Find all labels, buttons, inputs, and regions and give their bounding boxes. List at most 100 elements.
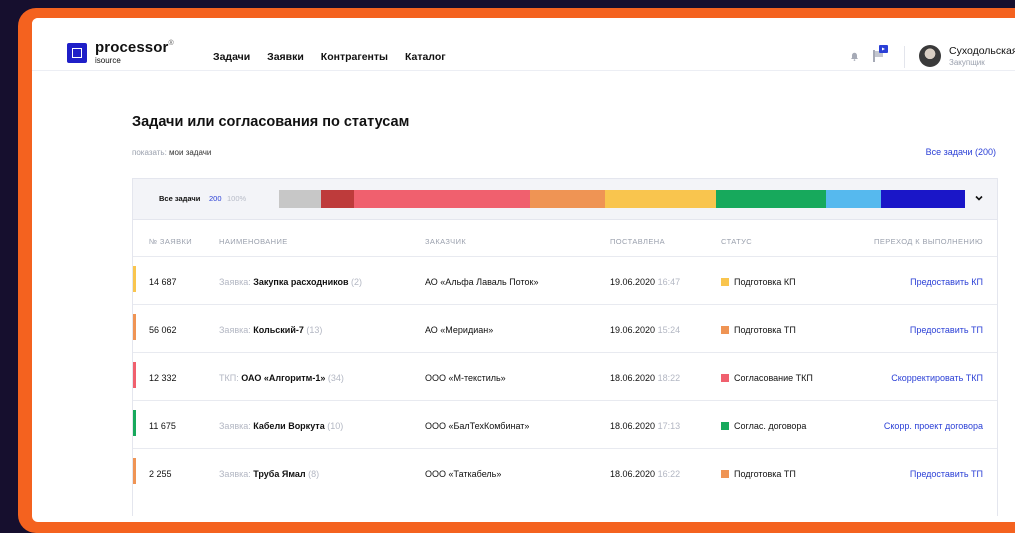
row-count: (13) <box>306 325 323 335</box>
table-row[interactable]: 11 675 Заявка: Кабели Воркута (10) ООО «Ба… <box>133 400 997 449</box>
row-action-link[interactable]: Предоставить КП <box>910 277 983 287</box>
nav-item-requests[interactable]: Заявки <box>267 51 304 63</box>
nav-item-catalog[interactable]: Каталог <box>405 51 446 63</box>
status-segment[interactable] <box>353 190 531 208</box>
row-customer: ООО «Таткабель» <box>425 469 502 479</box>
row-status: Соглас. договора <box>721 421 806 431</box>
show-filter-label: показать: <box>132 148 167 157</box>
row-action-link[interactable]: Предоставить ТП <box>910 325 983 335</box>
status-all-percent: 100% <box>227 194 247 203</box>
row-title[interactable]: Заявка: Кабели Воркута (10) <box>219 421 343 431</box>
row-status-label: Подготовка ТП <box>734 325 796 335</box>
table-row[interactable]: 56 062 Заявка: Кольский-7 (13) АО «Меридиа… <box>133 304 997 353</box>
brand-sup: ® <box>168 40 174 47</box>
row-time: 16:47 <box>657 277 681 287</box>
row-date: 19.06.2020 <box>610 277 656 287</box>
row-prefix: Заявка: <box>219 469 251 479</box>
col-header-action: ПЕРЕХОД К ВЫПОЛНЕНИЮ <box>874 237 983 246</box>
orange-frame: processor® isource Задачи Заявки Контраг… <box>18 8 1015 533</box>
brand-sub: isource <box>95 56 121 65</box>
status-all-count: 200 <box>209 194 222 203</box>
user-name[interactable]: Суходольская <box>949 45 1015 57</box>
row-count: (10) <box>327 421 344 431</box>
row-date: 18.06.2020 <box>610 373 656 383</box>
row-prefix: Заявка: <box>219 277 251 287</box>
table-row[interactable]: 2 255 Заявка: Труба Ямал (8) ООО «Таткабел… <box>133 448 997 497</box>
nav-item-tasks[interactable]: Задачи <box>213 51 250 63</box>
status-segment[interactable] <box>881 190 965 208</box>
col-header-date: ПОСТАВЛЕНА <box>610 237 665 246</box>
row-action-link[interactable]: Предоставить ТП <box>910 469 983 479</box>
status-segment[interactable] <box>605 190 716 208</box>
row-accent <box>133 266 136 292</box>
status-square-icon <box>721 278 729 286</box>
row-number: 14 687 <box>149 277 177 287</box>
status-all-label[interactable]: Все задачи <box>159 194 200 203</box>
row-customer: АО «Альфа Лаваль Поток» <box>425 277 539 287</box>
status-segment[interactable] <box>279 190 321 208</box>
page-title: Задачи или согласования по статусам <box>132 114 410 130</box>
row-status: Согласование ТКП <box>721 373 813 383</box>
row-name[interactable]: ОАО «Алгоритм-1» <box>241 373 325 383</box>
row-action-link[interactable]: Скорр. проект договора <box>884 421 983 431</box>
status-square-icon <box>721 374 729 382</box>
status-square-icon <box>721 470 729 478</box>
top-bar: processor® isource Задачи Заявки Контраг… <box>32 18 1015 71</box>
row-name[interactable]: Кабели Воркута <box>253 421 324 431</box>
status-segment[interactable] <box>715 190 827 208</box>
message-flag-icon[interactable] <box>872 45 888 63</box>
col-header-name: НАИМЕНОВАНИЕ <box>219 237 288 246</box>
brand[interactable]: processor® isource <box>95 40 174 65</box>
row-customer: АО «Меридиан» <box>425 325 494 335</box>
status-segment[interactable] <box>530 190 606 208</box>
status-square-icon <box>721 422 729 430</box>
row-time: 18:22 <box>657 373 681 383</box>
divider <box>904 46 905 68</box>
chevron-down-icon[interactable] <box>973 192 985 204</box>
show-filter-value[interactable]: мои задачи <box>169 148 211 157</box>
row-date-cell: 18.06.2020 18:22 <box>610 373 680 383</box>
row-status: Подготовка КП <box>721 277 796 287</box>
row-accent <box>133 458 136 484</box>
row-title[interactable]: Заявка: Труба Ямал (8) <box>219 469 319 479</box>
table-row[interactable]: 12 332 ТКП: ОАО «Алгоритм-1» (34) ООО «М-т… <box>133 352 997 401</box>
bell-icon[interactable] <box>850 52 859 61</box>
user-role: Закупщик <box>949 58 985 67</box>
status-square-icon <box>721 326 729 334</box>
row-title[interactable]: ТКП: ОАО «Алгоритм-1» (34) <box>219 373 344 383</box>
row-prefix: Заявка: <box>219 325 251 335</box>
logo-icon[interactable] <box>67 43 87 63</box>
row-name[interactable]: Труба Ямал <box>253 469 305 479</box>
nav-item-contractors[interactable]: Контрагенты <box>321 51 388 63</box>
avatar[interactable] <box>919 45 941 67</box>
col-header-number: № ЗАЯВКИ <box>149 237 193 246</box>
status-segment[interactable] <box>320 190 354 208</box>
main-nav: Задачи Заявки Контрагенты Каталог <box>213 51 460 63</box>
row-status-label: Соглас. договора <box>734 421 807 431</box>
row-title[interactable]: Заявка: Кольский-7 (13) <box>219 325 322 335</box>
row-date-cell: 18.06.2020 17:13 <box>610 421 680 431</box>
row-number: 12 332 <box>149 373 177 383</box>
col-header-customer: ЗАКАЗЧИК <box>425 237 467 246</box>
row-number: 11 675 <box>149 421 176 431</box>
row-title[interactable]: Заявка: Закупка расходников (2) <box>219 277 362 287</box>
row-status-label: Согласование ТКП <box>734 373 813 383</box>
status-segment[interactable] <box>826 190 882 208</box>
row-name[interactable]: Закупка расходников <box>253 277 348 287</box>
row-count: (8) <box>308 469 320 479</box>
show-filter[interactable]: показать: мои задачи <box>132 148 211 157</box>
table-row[interactable]: 14 687 Заявка: Закупка расходников (2) АО … <box>133 256 997 305</box>
row-customer: ООО «М-текстиль» <box>425 373 506 383</box>
row-action-link[interactable]: Скорректировать ТКП <box>891 373 983 383</box>
row-prefix: ТКП: <box>219 373 239 383</box>
row-date: 19.06.2020 <box>610 325 656 335</box>
row-name[interactable]: Кольский-7 <box>253 325 304 335</box>
all-tasks-link[interactable]: Все задачи (200) <box>926 147 996 157</box>
row-date: 18.06.2020 <box>610 469 656 479</box>
row-status: Подготовка ТП <box>721 325 796 335</box>
row-status-label: Подготовка ТП <box>734 469 796 479</box>
row-date-cell: 18.06.2020 16:22 <box>610 469 680 479</box>
row-date: 18.06.2020 <box>610 421 656 431</box>
row-number: 2 255 <box>149 469 172 479</box>
row-customer: ООО «БалТехКомбинат» <box>425 421 530 431</box>
